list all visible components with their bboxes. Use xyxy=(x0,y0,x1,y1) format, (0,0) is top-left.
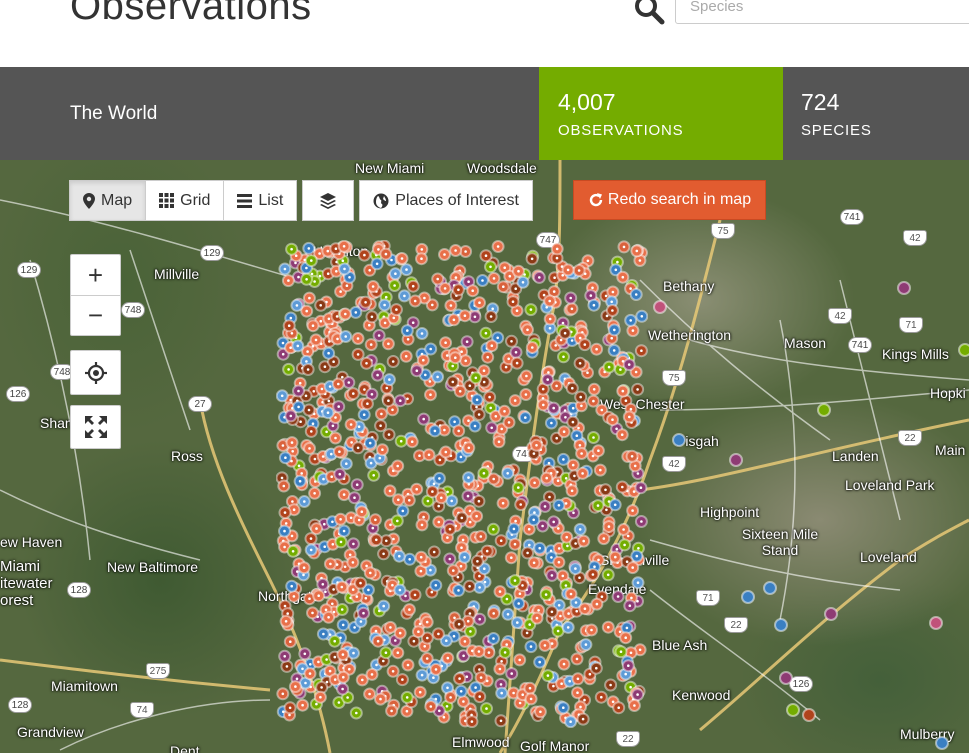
observation-marker[interactable] xyxy=(779,671,793,685)
observation-marker[interactable] xyxy=(774,618,788,632)
place-name[interactable]: The World xyxy=(70,103,157,125)
layers-icon xyxy=(320,192,337,209)
fullscreen-button[interactable] xyxy=(70,405,121,449)
grid-icon xyxy=(159,193,175,208)
zoom-in-button[interactable]: + xyxy=(71,255,120,295)
species-search-input[interactable] xyxy=(675,0,969,24)
observation-marker[interactable] xyxy=(741,590,755,604)
observation-marker[interactable] xyxy=(729,453,743,467)
observation-marker[interactable] xyxy=(653,300,667,314)
list-icon xyxy=(237,193,253,208)
species-label: SPECIES xyxy=(801,122,872,139)
observation-marker[interactable] xyxy=(958,343,969,357)
view-toolbar: Map Grid List Places of Interest xyxy=(69,180,533,221)
list-view-button[interactable]: List xyxy=(223,180,298,221)
zoom-control: + − xyxy=(70,254,121,336)
redo-search-button[interactable]: Redo search in map xyxy=(573,180,766,220)
stats-bar: The World 4,007 OBSERVATIONS 724 SPECIES xyxy=(0,67,969,160)
grid-view-button[interactable]: Grid xyxy=(145,180,225,221)
list-view-label: List xyxy=(258,191,284,209)
locate-button[interactable] xyxy=(70,350,121,395)
observations-label: OBSERVATIONS xyxy=(558,122,684,139)
fullscreen-icon xyxy=(84,416,107,438)
layers-button[interactable] xyxy=(302,180,355,221)
species-stat[interactable]: 724 SPECIES xyxy=(783,67,969,160)
outlier-markers[interactable] xyxy=(0,160,969,753)
observation-marker[interactable] xyxy=(802,708,816,722)
grid-view-label: Grid xyxy=(180,191,211,209)
observation-marker[interactable] xyxy=(897,281,911,295)
observations-stat[interactable]: 4,007 OBSERVATIONS xyxy=(539,67,783,160)
observation-marker[interactable] xyxy=(763,581,777,595)
observation-marker[interactable] xyxy=(935,736,949,750)
observation-marker[interactable] xyxy=(786,703,800,717)
search-icon[interactable] xyxy=(632,0,666,26)
places-of-interest-label: Places of Interest xyxy=(395,191,519,209)
refresh-icon xyxy=(589,193,603,207)
zoom-out-button[interactable]: − xyxy=(71,295,120,335)
observations-map[interactable]: New Miami Woodsdale Hamilton Millville B… xyxy=(0,160,969,753)
observation-marker[interactable] xyxy=(817,403,831,417)
page-header: Observations xyxy=(0,0,969,67)
redo-search-label: Redo search in map xyxy=(607,191,752,208)
globe-icon xyxy=(373,193,389,208)
page-title: Observations xyxy=(70,0,312,28)
observation-marker[interactable] xyxy=(929,616,943,630)
map-view-label: Map xyxy=(101,191,133,209)
observations-count: 4,007 xyxy=(558,89,616,115)
observation-marker[interactable] xyxy=(824,607,838,621)
crosshair-icon xyxy=(84,361,107,384)
species-count: 724 xyxy=(801,89,840,115)
map-view-button[interactable]: Map xyxy=(69,180,147,221)
map-marker-icon xyxy=(83,192,95,209)
observation-marker[interactable] xyxy=(672,433,686,447)
places-of-interest-button[interactable]: Places of Interest xyxy=(359,180,533,221)
